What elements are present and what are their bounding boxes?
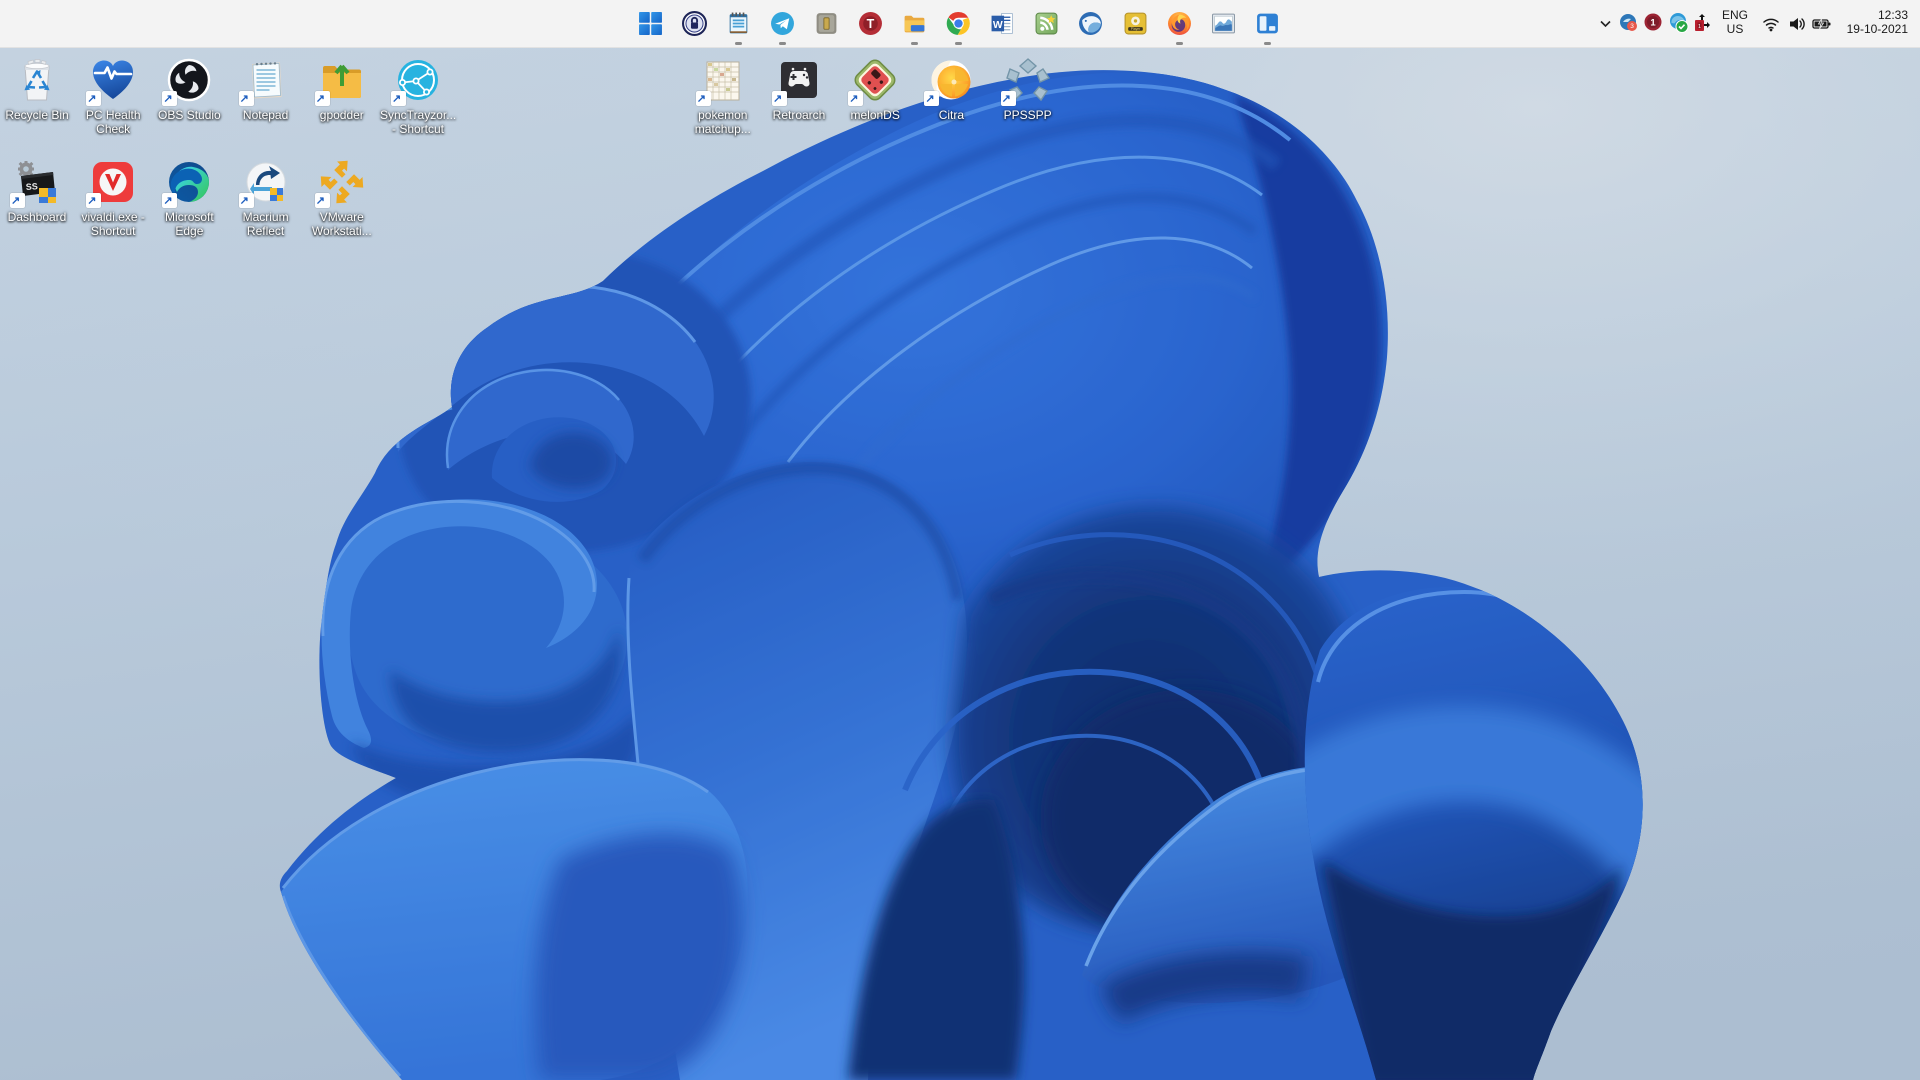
svg-text:3: 3 xyxy=(1630,23,1634,30)
svg-text:1: 1 xyxy=(1698,24,1701,30)
svg-text:W: W xyxy=(993,20,1003,31)
svg-text:T: T xyxy=(867,17,875,31)
svg-text:SS: SS xyxy=(25,181,38,192)
svg-text:Player: Player xyxy=(1131,27,1141,31)
svg-text:1: 1 xyxy=(1650,18,1656,29)
